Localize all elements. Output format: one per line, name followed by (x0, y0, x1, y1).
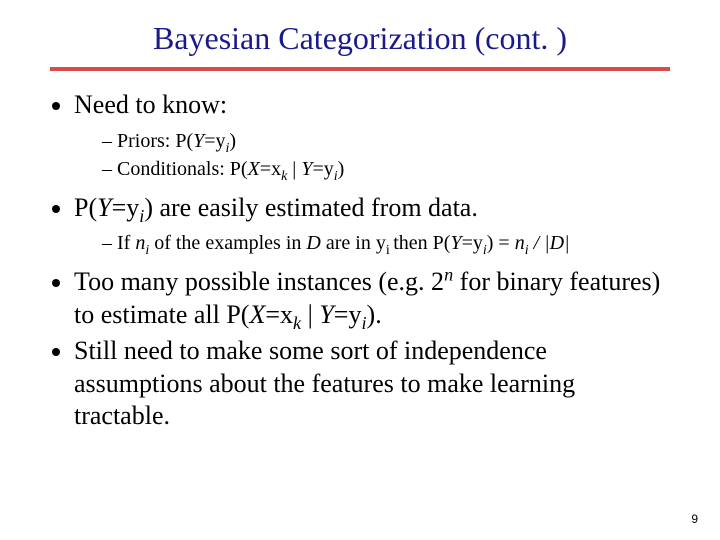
sub-priors: Priors: P(Y=yi) (102, 128, 670, 154)
text: P( (74, 193, 97, 222)
text: =y (334, 300, 362, 329)
bullet-independence: Still need to make some sort of independ… (74, 335, 670, 433)
var-X: X (249, 300, 265, 329)
var-n: n (515, 232, 525, 254)
text: =x (265, 300, 293, 329)
page-number: 9 (691, 512, 698, 526)
bullet-need-to-know: Need to know: Priors: P(Y=yi) Conditiona… (74, 89, 670, 182)
text: Priors: P( (117, 130, 193, 152)
text: are in y (321, 232, 386, 254)
text: | (301, 300, 319, 329)
text: =y (312, 158, 333, 180)
slide-container: Bayesian Categorization (cont. ) Need to… (0, 0, 720, 540)
var-Y: Y (450, 232, 461, 254)
text: | (287, 158, 301, 180)
var-Y: Y (301, 158, 312, 180)
text: ) (338, 158, 345, 180)
text: then P( (393, 232, 450, 254)
text: Conditionals: P( (117, 158, 248, 180)
text: =y (462, 232, 483, 254)
text: If (117, 232, 135, 254)
var-Y: Y (193, 130, 204, 152)
text: ) are easily estimated from data. (144, 193, 478, 222)
bullet-list: Need to know: Priors: P(Y=yi) Conditiona… (50, 89, 670, 433)
text: Too many possible instances (e.g. 2 (74, 267, 444, 296)
text: of the examples in (149, 232, 306, 254)
text: Still need to make some sort of independ… (74, 336, 575, 430)
text: Need to know: (74, 90, 227, 119)
sub-if-ni: If ni of the examples in D are in yi the… (102, 230, 670, 256)
var-n: n (135, 232, 145, 254)
text: =y (204, 130, 225, 152)
sub-list-2: If ni of the examples in D are in yi the… (74, 230, 670, 256)
slide-title: Bayesian Categorization (cont. ) (50, 20, 670, 57)
sub-conditionals: Conditionals: P(X=xk | Y=yi) (102, 156, 670, 182)
sub-k: k (293, 313, 301, 333)
title-underline (50, 67, 670, 71)
bullet-too-many: Too many possible instances (e.g. 2n for… (74, 266, 670, 331)
var-Y: Y (97, 193, 111, 222)
var-X: X (248, 158, 260, 180)
text: ) = (487, 232, 515, 254)
text: | (564, 232, 570, 254)
var-D: D (550, 232, 564, 254)
text: =x (260, 158, 281, 180)
text: =y (112, 193, 140, 222)
var-D: D (306, 232, 320, 254)
sup-n: n (444, 264, 453, 284)
bullet-estimated: P(Y=yi) are easily estimated from data. … (74, 192, 670, 257)
sub-list-1: Priors: P(Y=yi) Conditionals: P(X=xk | Y… (74, 128, 670, 182)
var-Y: Y (319, 300, 333, 329)
text: ). (367, 300, 382, 329)
text: / | (529, 232, 550, 254)
text: ) (229, 130, 236, 152)
